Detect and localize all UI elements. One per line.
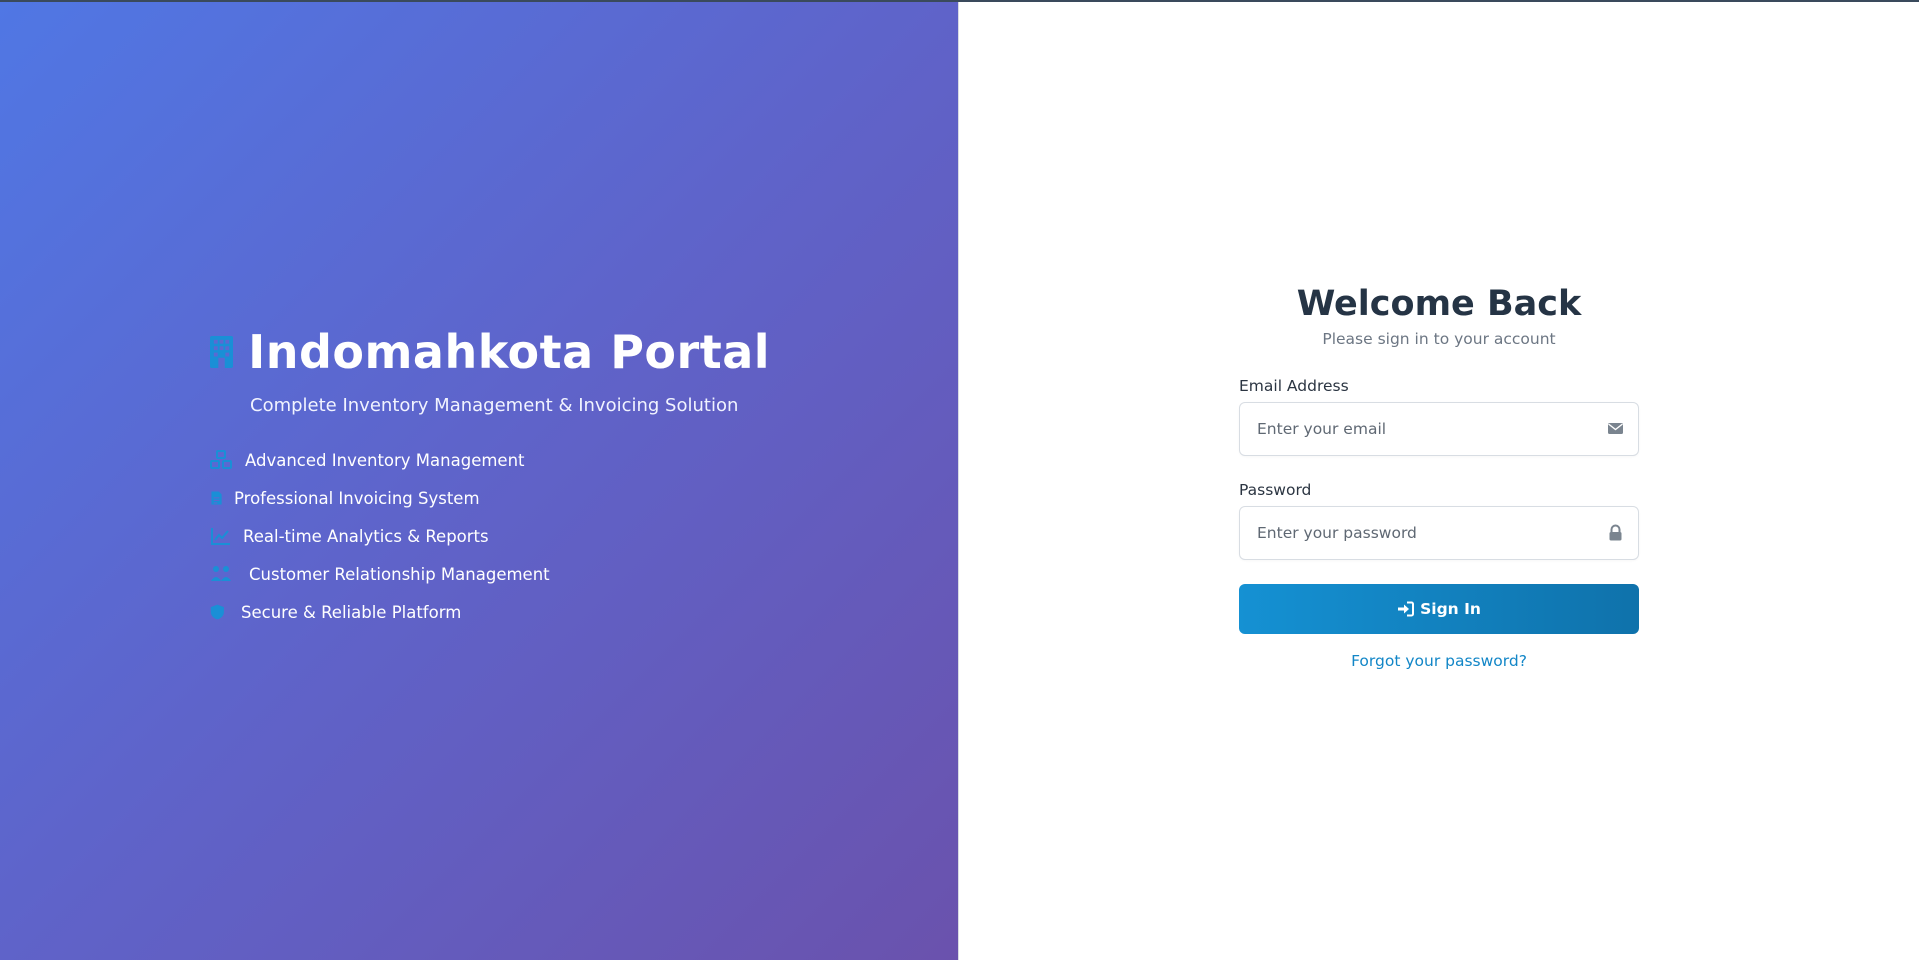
shield-icon <box>210 604 224 620</box>
password-field-group: Password <box>1239 481 1639 560</box>
sign-in-icon <box>1398 601 1415 617</box>
brand-title: Indomahkota Portal <box>248 325 770 379</box>
envelope-icon <box>1608 423 1623 434</box>
login-subheading: Please sign in to your account <box>1322 330 1556 348</box>
sign-in-button[interactable]: Sign In <box>1239 584 1639 634</box>
top-border <box>0 0 1919 2</box>
building-icon <box>210 335 234 369</box>
brand-header: Indomahkota Portal <box>210 325 770 379</box>
login-panel: Welcome Back Please sign in to your acco… <box>959 0 1919 960</box>
login-page: Indomahkota Portal Complete Inventory Ma… <box>0 0 1919 960</box>
boxes-icon <box>210 450 232 469</box>
lock-icon <box>1609 524 1622 541</box>
brand-panel: Indomahkota Portal Complete Inventory Ma… <box>0 0 959 960</box>
email-label: Email Address <box>1239 377 1349 395</box>
email-field[interactable] <box>1239 402 1639 456</box>
brand-tagline: Complete Inventory Management & Invoicin… <box>250 395 739 416</box>
feature-item-inventory: Advanced Inventory Management <box>210 441 770 479</box>
password-field[interactable] <box>1239 506 1639 560</box>
feature-label: Advanced Inventory Management <box>245 450 525 470</box>
email-field-group: Email Address <box>1239 377 1639 456</box>
users-icon <box>211 566 231 581</box>
feature-list: Advanced Inventory Management Profession… <box>210 441 770 631</box>
feature-label: Real-time Analytics & Reports <box>243 526 489 546</box>
login-heading: Welcome Back <box>1296 284 1582 324</box>
feature-item-crm: Customer Relationship Management <box>210 555 770 593</box>
login-form: Welcome Back Please sign in to your acco… <box>1239 282 1639 670</box>
feature-item-invoicing: Professional Invoicing System <box>210 479 770 517</box>
file-invoice-icon <box>211 491 222 505</box>
feature-item-security: Secure & Reliable Platform <box>210 593 770 631</box>
sign-in-label: Sign In <box>1420 600 1481 618</box>
password-label: Password <box>1239 481 1312 499</box>
feature-label: Customer Relationship Management <box>249 564 550 584</box>
brand-content: Indomahkota Portal Complete Inventory Ma… <box>210 325 770 631</box>
password-input-wrap <box>1239 506 1639 560</box>
feature-item-analytics: Real-time Analytics & Reports <box>210 517 770 555</box>
chart-line-icon <box>211 528 230 545</box>
forgot-password-link[interactable]: Forgot your password? <box>1239 652 1639 670</box>
feature-label: Secure & Reliable Platform <box>241 602 462 622</box>
email-input-wrap <box>1239 402 1639 456</box>
feature-label: Professional Invoicing System <box>234 488 480 508</box>
